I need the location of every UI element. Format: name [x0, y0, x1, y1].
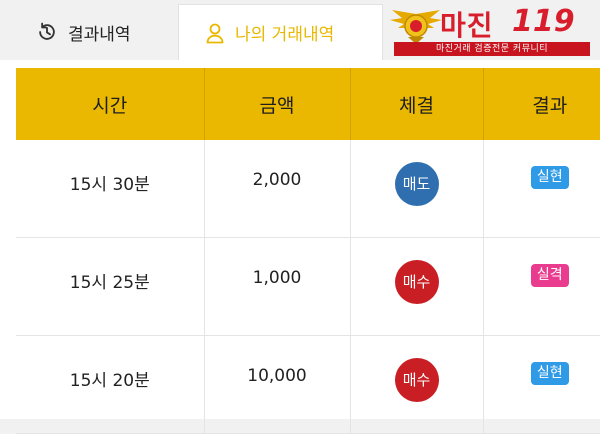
cell-time: 15시 30분 — [16, 140, 205, 238]
cell-trade: 매수 — [350, 237, 484, 336]
amount-value: 1,000 — [252, 268, 302, 288]
time-value: 15시 20분 — [69, 371, 150, 391]
cell-time: 15시 25분 — [16, 237, 205, 336]
site-logo: 마진 119 마진거래 검증전문 커뮤니티 — [386, 4, 596, 56]
table-header-row: 시간 금액 체결 결과 — [16, 68, 600, 140]
cell-amount: 2,000 — [204, 140, 351, 238]
header-trade: 체결 — [350, 68, 484, 140]
cell-trade: 매도 — [350, 140, 484, 238]
result-badge: 실현 — [530, 166, 569, 189]
trade-history-table: 시간 금액 체결 결과 15시 30분 2,000 매도 실현 15시 25분 … — [16, 68, 600, 434]
amount-value: 10,000 — [247, 366, 307, 386]
tab-bar: 결과내역 나의 거래내역 마진 119 마진거래 검증전문 커뮤니티 — [0, 0, 600, 60]
tab-result-label: 결과내역 — [68, 24, 131, 45]
tab-result-history[interactable]: 결과내역 — [8, 4, 176, 60]
time-value: 15시 30분 — [69, 175, 150, 195]
cell-result: 실현 — [483, 140, 600, 238]
cell-amount: 1,000 — [204, 237, 351, 336]
user-icon — [206, 23, 224, 43]
header-result: 결과 — [483, 68, 600, 140]
header-amount: 금액 — [204, 68, 351, 140]
logo-title: 마진 — [440, 9, 494, 42]
header-time: 시간 — [16, 68, 205, 140]
result-badge: 실격 — [530, 264, 569, 287]
amount-value: 2,000 — [252, 170, 302, 190]
table-row: 15시 30분 2,000 매도 실현 — [16, 140, 600, 238]
cell-result: 실격 — [483, 237, 600, 336]
table-row: 15시 25분 1,000 매수 실격 — [16, 237, 600, 336]
eagle-emblem-icon — [390, 10, 442, 44]
buy-badge: 매수 — [394, 358, 439, 402]
logo-number: 119 — [512, 4, 575, 39]
history-icon — [39, 22, 55, 40]
sell-badge: 매도 — [394, 162, 439, 206]
buy-badge: 매수 — [394, 260, 439, 304]
result-badge: 실현 — [530, 362, 569, 385]
logo-tagline: 마진거래 검증전문 커뮤니티 — [394, 42, 590, 56]
trade-history-panel: 시간 금액 체결 결과 15시 30분 2,000 매도 실현 15시 25분 … — [0, 60, 600, 434]
tab-my-trades[interactable]: 나의 거래내역 — [178, 4, 383, 60]
tab-my-trades-label: 나의 거래내역 — [235, 25, 335, 45]
time-value: 15시 25분 — [69, 273, 150, 293]
